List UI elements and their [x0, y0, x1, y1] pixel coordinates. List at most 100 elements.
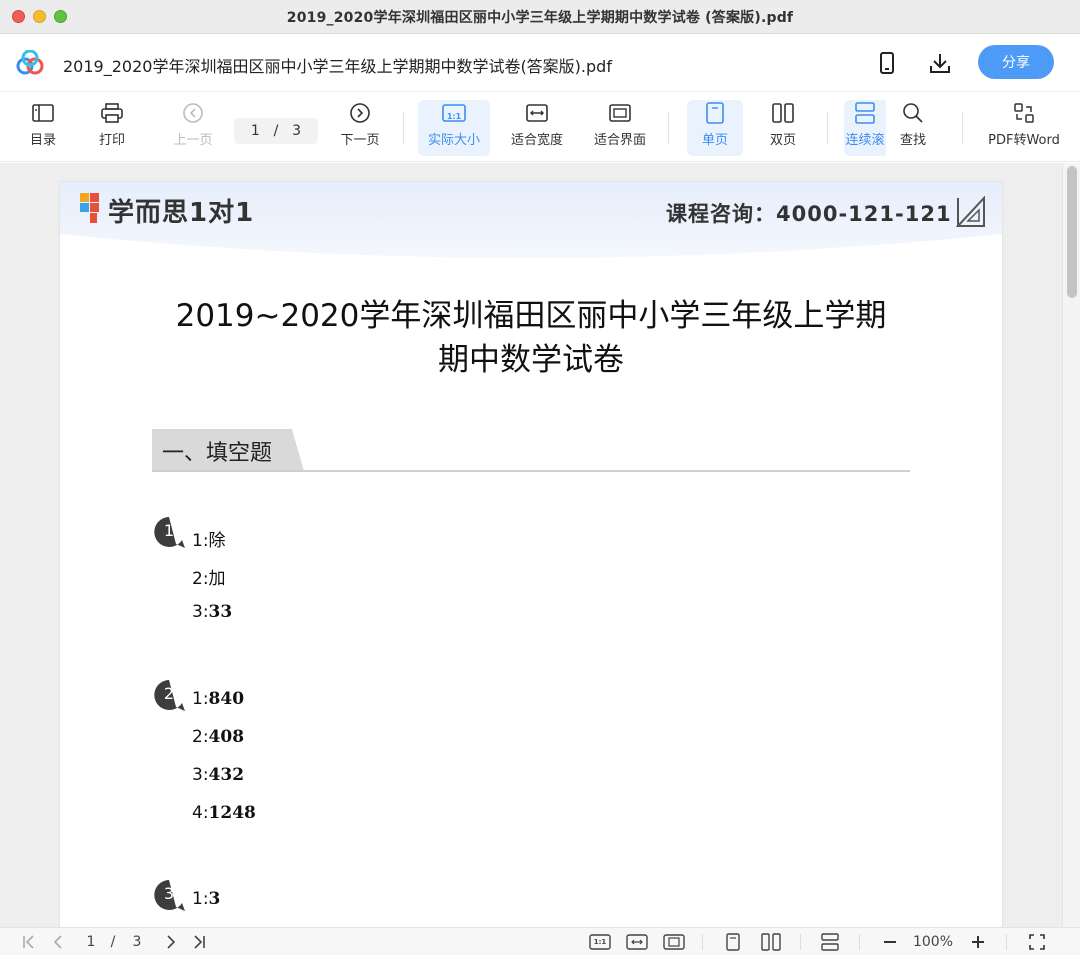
search-label: 查找	[899, 133, 926, 148]
app-header: 2019_2020学年深圳福田区丽中小学三年级上学期期中数学试卷(答案版).pd…	[0, 34, 1080, 92]
single-page-label: 单页	[701, 133, 728, 148]
zoom-in-icon[interactable]	[968, 932, 988, 952]
status-double-page-icon[interactable]	[760, 932, 782, 952]
window-titlebar: 2019_2020学年深圳福田区丽中小学三年级上学期期中数学试卷 (答案版).p…	[0, 0, 1080, 34]
toc-button[interactable]: 目录	[26, 100, 60, 156]
question-badge: 2	[152, 679, 186, 713]
answer-value: 408	[208, 727, 245, 747]
status-continuous-icon[interactable]	[819, 932, 841, 952]
mobile-icon[interactable]	[875, 51, 899, 75]
answer-item: 1:840	[192, 689, 244, 709]
answer-value: 432	[208, 765, 245, 785]
answer-item: 3:432	[192, 765, 244, 785]
chevron-right-circle-icon	[350, 103, 370, 123]
pdf-to-word-button[interactable]: PDF转Word	[984, 100, 1064, 156]
answer-label: 3:	[192, 602, 209, 622]
status-single-page-icon[interactable]	[724, 932, 742, 952]
double-page-button[interactable]: 双页	[763, 100, 803, 156]
question-badge: 3	[152, 879, 186, 913]
actual-size-button[interactable]: 1:1 实际大小	[418, 100, 490, 156]
window-title: 2019_2020学年深圳福田区丽中小学三年级上学期期中数学试卷 (答案版).p…	[286, 9, 794, 26]
minimize-window-button[interactable]	[33, 10, 46, 23]
single-page-button[interactable]: 单页	[687, 100, 743, 156]
close-window-button[interactable]	[12, 10, 25, 23]
total-pages: 3	[292, 123, 302, 139]
next-page-icon[interactable]	[163, 932, 179, 952]
status-divider	[859, 934, 860, 950]
status-divider	[702, 934, 703, 950]
maximize-window-button[interactable]	[54, 10, 67, 23]
actual-size-label: 实际大小	[427, 133, 480, 148]
status-page-separator: /	[110, 934, 116, 950]
answer-value: 33	[208, 602, 233, 622]
document-title-line2: 期中数学试卷	[438, 342, 624, 378]
fit-width-icon	[526, 104, 548, 122]
answer-item: 1:3	[192, 889, 220, 909]
status-current-page[interactable]: 1	[82, 932, 100, 952]
actual-size-icon-text: 1:1	[446, 112, 462, 121]
answer-label: 2:	[192, 569, 209, 589]
zoom-out-icon[interactable]	[880, 932, 900, 952]
section-underline	[152, 470, 910, 472]
toc-icon	[32, 104, 54, 122]
question-number: 2	[163, 684, 175, 703]
fit-width-button[interactable]: 适合宽度	[508, 100, 566, 156]
answer-value: 840	[208, 689, 245, 709]
status-divider	[1006, 934, 1007, 950]
consult-hotline: 课程咨询：4000-121-121	[666, 202, 952, 226]
answer-item: 2:408	[192, 727, 244, 747]
answer-item: 1:除	[192, 526, 226, 551]
question-number: 1	[163, 521, 175, 540]
status-actual-size-icon[interactable]: 1:1	[589, 932, 611, 952]
status-fit-page-icon[interactable]	[663, 932, 685, 952]
search-button[interactable]: 查找	[896, 100, 930, 156]
fullscreen-icon[interactable]	[1027, 932, 1047, 952]
answer-label: 1:	[192, 531, 209, 551]
zoom-level[interactable]: 100%	[910, 932, 956, 952]
next-page-button[interactable]: 下一页	[337, 100, 383, 156]
brand-name: 学而思1对1	[108, 198, 255, 228]
toolbar-divider	[962, 112, 963, 144]
status-fit-width-icon[interactable]	[626, 932, 648, 952]
answer-value: 1248	[208, 803, 256, 823]
status-total-pages: 3	[132, 934, 142, 950]
answer-value: 3	[208, 889, 221, 909]
answer-item: 2:加	[192, 564, 226, 589]
prev-page-button[interactable]: 上一页	[170, 100, 216, 156]
pdf-page: 学而思1对1 课程咨询：4000-121-121 2019~2020学年深圳福田…	[60, 182, 1002, 927]
fit-page-button[interactable]: 适合界面	[591, 100, 649, 156]
file-name: 2019_2020学年深圳福田区丽中小学三年级上学期期中数学试卷(答案版).pd…	[63, 57, 612, 76]
app-logo-icon	[16, 50, 44, 75]
prev-page-label: 上一页	[173, 133, 213, 148]
answer-label: 4:	[192, 803, 209, 823]
vertical-scrollbar[interactable]	[1062, 163, 1080, 927]
document-title-line1: 2019~2020学年深圳福田区丽中小学三年级上学期	[175, 298, 887, 334]
chevron-left-circle-icon	[183, 103, 203, 123]
search-icon	[903, 103, 923, 123]
single-page-icon	[706, 102, 724, 124]
continuous-scroll-button[interactable]: 连续滚	[844, 100, 886, 156]
question-badge: 1	[152, 516, 186, 550]
page-number-input[interactable]: 1 / 3	[234, 118, 318, 144]
continuous-scroll-label: 连续滚	[845, 133, 885, 148]
print-button[interactable]: 打印	[95, 100, 129, 156]
toolbar-divider	[668, 112, 669, 144]
status-actual-size-icon-text: 1:1	[593, 938, 607, 946]
answer-label: 1:	[192, 689, 209, 709]
download-icon[interactable]	[928, 51, 952, 75]
section-title: 一、填空题	[162, 441, 273, 466]
toolbar-divider	[403, 112, 404, 144]
brand-logo-icon	[80, 193, 99, 223]
page-separator: /	[273, 123, 279, 139]
answer-label: 3:	[192, 765, 209, 785]
continuous-scroll-icon	[855, 102, 875, 124]
share-button[interactable]: 分享	[978, 45, 1054, 79]
prev-page-icon[interactable]	[50, 932, 66, 952]
document-viewport[interactable]: 学而思1对1 课程咨询：4000-121-121 2019~2020学年深圳福田…	[0, 163, 1080, 927]
current-page: 1	[250, 123, 260, 139]
scrollbar-thumb[interactable]	[1067, 166, 1077, 298]
ruler-triangle-icon	[956, 196, 985, 227]
question-number: 3	[163, 884, 175, 903]
first-page-icon[interactable]	[20, 932, 38, 952]
last-page-icon[interactable]	[190, 932, 208, 952]
